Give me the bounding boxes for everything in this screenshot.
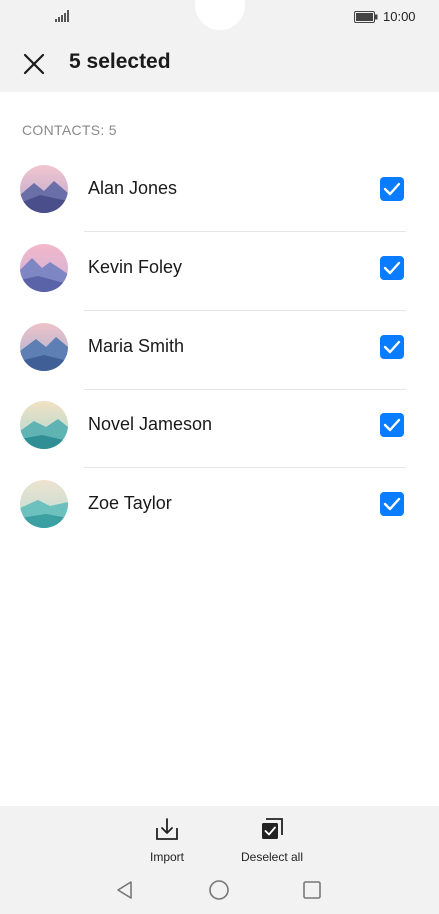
contact-row[interactable]: Alan Jones — [0, 155, 439, 234]
contact-name: Maria Smith — [88, 335, 185, 356]
row-divider — [84, 388, 406, 390]
selection-title: 5 selected — [69, 50, 171, 73]
import-label: Import — [149, 850, 184, 864]
status-bar: 10:00 — [0, 0, 439, 34]
contact-list: Alan Jones Kevin Foley Maria Smith Novel… — [0, 155, 439, 549]
avatar — [20, 480, 68, 528]
contact-name: Kevin Foley — [88, 256, 183, 277]
contact-row[interactable]: Kevin Foley — [0, 234, 439, 313]
row-divider — [84, 309, 406, 311]
close-icon[interactable] — [18, 48, 50, 80]
home-nav-icon[interactable] — [207, 878, 231, 902]
checkbox-checked-icon[interactable] — [380, 255, 404, 280]
avatar — [20, 165, 68, 213]
checkbox-checked-icon[interactable] — [380, 492, 404, 516]
contact-name: Novel Jameson — [88, 414, 213, 435]
avatar — [20, 322, 68, 371]
bottom-action-bar: Import Deselect all — [0, 806, 439, 868]
contact-name: Zoe Taylor — [88, 493, 172, 513]
contact-row[interactable]: Novel Jameson — [0, 391, 439, 470]
recent-apps-icon[interactable] — [300, 878, 324, 902]
avatar — [20, 401, 68, 450]
navigation-bar — [0, 868, 439, 914]
camera-notch — [195, 0, 245, 30]
deselect-all-icon — [262, 818, 283, 839]
avatar — [20, 243, 68, 292]
row-divider — [84, 231, 406, 232]
contact-row[interactable]: Zoe Taylor — [0, 470, 439, 549]
checkbox-checked-icon[interactable] — [380, 413, 404, 438]
status-time: 10:00 — [383, 9, 416, 24]
back-nav-icon[interactable] — [113, 878, 137, 902]
checkbox-checked-icon[interactable] — [380, 177, 404, 201]
import-icon — [156, 818, 178, 840]
deselect-all-label: Deselect all — [240, 850, 304, 864]
checkbox-checked-icon[interactable] — [380, 334, 404, 359]
row-divider — [84, 467, 406, 469]
contact-list-panel: CONTACTS: 5 Alan Jones Kevin Foley Maria… — [0, 92, 439, 806]
phone-screen: 10:00 5 selected CONTACTS: 5 Alan Jones … — [0, 0, 439, 914]
contact-name: Alan Jones — [88, 178, 178, 198]
app-bar: 5 selected — [0, 34, 439, 92]
deselect-all-button[interactable]: Deselect all — [222, 816, 322, 864]
section-header: CONTACTS: 5 — [22, 122, 117, 138]
battery-icon — [354, 11, 378, 23]
contact-row[interactable]: Maria Smith — [0, 313, 439, 392]
signal-icon — [55, 10, 69, 22]
import-button[interactable]: Import — [117, 816, 217, 864]
